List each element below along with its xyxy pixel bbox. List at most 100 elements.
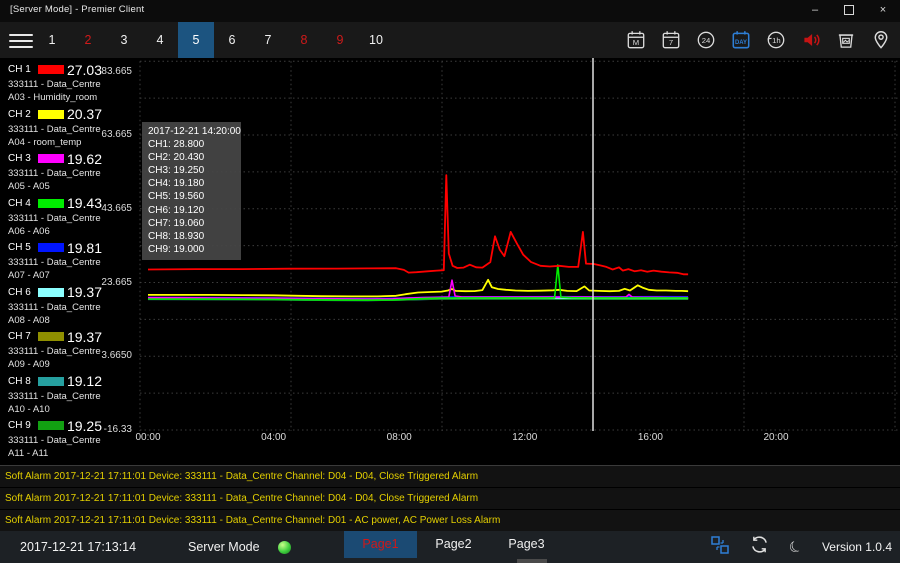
channel-point: A10 - A10 [8, 404, 112, 415]
channel-value: 19.81 [67, 240, 112, 256]
channel-device: 333111 - Data_Centre [8, 257, 112, 268]
tab-number[interactable]: 6 [214, 22, 250, 58]
channel-id: CH 4 [8, 198, 36, 209]
page-tab[interactable]: Page1 [344, 531, 417, 558]
alarm-row[interactable]: Soft Alarm 2017-12-21 17:11:01 Device: 3… [0, 510, 900, 532]
x-axis-tick-label: 20:00 [754, 432, 798, 443]
image-bin-icon[interactable] [828, 22, 863, 58]
swap-layout-icon[interactable] [710, 535, 730, 560]
minimize-button[interactable]: – [798, 0, 832, 22]
tab-number[interactable]: 10 [358, 22, 394, 58]
trend-chart-area[interactable]: CH 1 27.03 333111 - Data_Centre A03 - Hu… [0, 58, 900, 465]
x-axis-tick-label: 04:00 [252, 432, 296, 443]
current-datetime: 2017-12-21 17:13:14 [20, 540, 162, 554]
version-label: Version 1.0.4 [822, 540, 892, 554]
channel-item[interactable]: CH 3 19.62 333111 - Data_Centre A05 - A0… [0, 149, 112, 194]
calendar-week-icon[interactable]: 7 [653, 22, 688, 58]
cursor-tooltip: 2017-12-21 14:20:00 CH1: 28.800 CH2: 20.… [142, 122, 241, 260]
tab-strip: 1 2 3 4 5 6 7 8 9 10 M [0, 22, 900, 58]
channel-device: 333111 - Data_Centre [8, 302, 112, 313]
channel-color-swatch [38, 199, 64, 208]
tab-number[interactable]: 1 [34, 22, 70, 58]
tab-number[interactable]: 4 [142, 22, 178, 58]
y-axis-tick-label: 83.665 [88, 66, 132, 77]
tooltip-timestamp: 2017-12-21 14:20:00 [148, 125, 235, 138]
time-range-toolbar: M 7 24 DAY 1h [618, 22, 898, 58]
trend-plot-svg [0, 58, 900, 465]
svg-text:7: 7 [668, 38, 672, 47]
y-axis-tick-label: 63.665 [88, 129, 132, 140]
page-tab[interactable]: Page2 [417, 531, 490, 558]
status-bar: 2017-12-21 17:13:14 Server Mode Page1 Pa… [0, 531, 900, 563]
channel-color-swatch [38, 377, 64, 386]
tooltip-row: CH7: 19.060 [148, 217, 235, 230]
location-pin-icon[interactable] [863, 22, 898, 58]
y-axis-tick-label: 23.665 [88, 277, 132, 288]
connection-status-dot [278, 541, 291, 554]
channel-item[interactable]: CH 8 19.12 333111 - Data_Centre A10 - A1… [0, 372, 112, 417]
channel-color-swatch [38, 288, 64, 297]
1-hour-icon[interactable]: 1h [758, 22, 793, 58]
x-axis-tick-label: 08:00 [377, 432, 421, 443]
tooltip-row: CH5: 19.560 [148, 190, 235, 203]
menu-hamburger-icon[interactable] [9, 30, 33, 50]
svg-text:1h: 1h [772, 36, 781, 45]
svg-text:24: 24 [701, 36, 710, 45]
restore-button[interactable] [832, 0, 866, 22]
channel-color-swatch [38, 243, 64, 252]
sound-alarm-icon[interactable] [793, 22, 828, 58]
channel-id: CH 5 [8, 242, 36, 253]
24-hour-icon[interactable]: 24 [688, 22, 723, 58]
channel-item[interactable]: CH 9 19.25 333111 - Data_Centre A11 - A1… [0, 416, 112, 461]
svg-text:M: M [632, 38, 638, 47]
channel-point: A03 - Humidity_room [8, 92, 112, 103]
x-axis-tick-label: 12:00 [503, 432, 547, 443]
channel-value: 19.62 [67, 151, 112, 167]
page-tabs: Page1 Page2 Page3 [344, 531, 563, 558]
channel-value: 19.37 [67, 329, 112, 345]
tooltip-row: CH9: 19.000 [148, 243, 235, 256]
bottom-scroll-nub[interactable] [517, 559, 547, 563]
tab-number[interactable]: 9 [322, 22, 358, 58]
tab-number[interactable]: 7 [250, 22, 286, 58]
tab-number[interactable]: 3 [106, 22, 142, 58]
tooltip-row: CH4: 19.180 [148, 177, 235, 190]
day-view-icon[interactable]: DAY [723, 22, 758, 58]
channel-item[interactable]: CH 2 20.37 333111 - Data_Centre A04 - ro… [0, 105, 112, 150]
close-button[interactable]: × [866, 0, 900, 22]
channel-color-swatch [38, 65, 64, 74]
title-bar: [Server Mode] - Premier Client – × [0, 0, 900, 22]
server-mode-label: Server Mode [188, 540, 260, 554]
page-tab[interactable]: Page3 [490, 531, 563, 558]
channel-item[interactable]: CH 6 19.37 333111 - Data_Centre A08 - A0… [0, 283, 112, 328]
tooltip-row: CH6: 19.120 [148, 204, 235, 217]
channel-item[interactable]: CH 7 19.37 333111 - Data_Centre A09 - A0… [0, 327, 112, 372]
channel-device: 333111 - Data_Centre [8, 391, 112, 402]
sync-icon[interactable] [749, 534, 770, 560]
channel-id: CH 7 [8, 331, 36, 342]
channel-device: 333111 - Data_Centre [8, 435, 112, 446]
tooltip-row: CH8: 18.930 [148, 230, 235, 243]
channel-id: CH 9 [8, 420, 36, 431]
series-line-CH2 [148, 280, 688, 297]
channel-value: 19.12 [67, 373, 112, 389]
channel-color-swatch [38, 332, 64, 341]
channel-id: CH 3 [8, 153, 36, 164]
alarm-row[interactable]: Soft Alarm 2017-12-21 17:11:01 Device: 3… [0, 466, 900, 488]
calendar-month-icon[interactable]: M [618, 22, 653, 58]
tab-number[interactable]: 5 [178, 22, 214, 58]
night-mode-icon[interactable]: ☾ [786, 536, 806, 558]
page-number-tabs: 1 2 3 4 5 6 7 8 9 10 [34, 22, 394, 58]
tab-number[interactable]: 8 [286, 22, 322, 58]
svg-text:DAY: DAY [735, 40, 747, 46]
channel-point: A11 - A11 [8, 448, 112, 459]
tab-number[interactable]: 2 [70, 22, 106, 58]
tooltip-row: CH3: 19.250 [148, 164, 235, 177]
x-axis-tick-label: 16:00 [628, 432, 672, 443]
window-title: [Server Mode] - Premier Client [10, 4, 144, 15]
alarm-list: Soft Alarm 2017-12-21 17:11:01 Device: 3… [0, 465, 900, 531]
alarm-row[interactable]: Soft Alarm 2017-12-21 17:11:01 Device: 3… [0, 488, 900, 510]
channel-color-swatch [38, 154, 64, 163]
tooltip-row: CH1: 28.800 [148, 138, 235, 151]
channel-item[interactable]: CH 4 19.43 333111 - Data_Centre A06 - A0… [0, 194, 112, 239]
